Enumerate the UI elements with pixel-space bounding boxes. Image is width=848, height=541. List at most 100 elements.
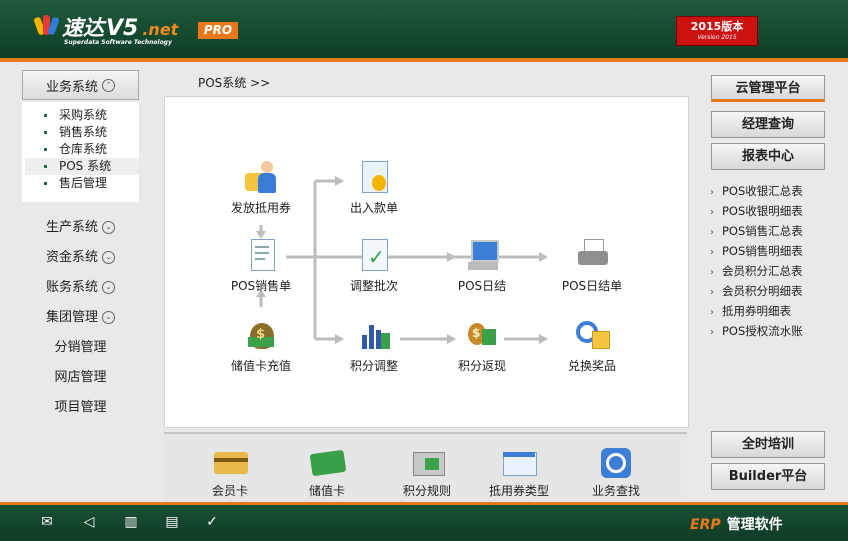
header-accent-line	[0, 58, 848, 62]
flow-label: POS日结单	[561, 279, 623, 293]
flow-label: POS日结	[457, 279, 507, 293]
sidebar-item-production[interactable]: 生产系统 ⌄	[22, 217, 139, 239]
chevron-down-icon: ⌄	[102, 311, 115, 324]
member-card-icon	[210, 448, 250, 478]
flow-node-adjust-batch[interactable]: ✓ 调整批次	[329, 237, 419, 294]
notes-icon[interactable]: ▤	[163, 513, 181, 531]
computer-icon	[462, 237, 502, 273]
flow-node-stored-value-recharge[interactable]: $ 储值卡充值	[216, 317, 306, 374]
tool-member-card[interactable]: 会员卡	[185, 448, 275, 499]
erp-software-label: 管理软件	[726, 517, 783, 533]
tool-coupon-types[interactable]: 抵用券类型	[474, 448, 564, 499]
training-button[interactable]: 全时培训	[711, 431, 825, 458]
report-link[interactable]: › 会员积分明细表	[710, 281, 840, 301]
left-sidebar: 业务系统 ⌃ 采购系统 销售系统 仓库系统 POS 系统 售后管理	[22, 70, 139, 202]
submenu-item-sales[interactable]: 销售系统	[22, 124, 139, 141]
product-logo: 速达 V5 .net	[33, 12, 179, 42]
flow-label: 积分调整	[349, 359, 398, 373]
sidebar-item-group[interactable]: 集团管理 ⌄	[22, 307, 139, 329]
erp-label: ERP	[690, 517, 721, 533]
chevron-right-icon: ›	[710, 187, 714, 198]
sidebar-item-webshop[interactable]: 网店管理	[22, 367, 139, 389]
logo-mark-icon	[33, 13, 60, 36]
report-link[interactable]: › POS收银汇总表	[710, 181, 840, 201]
flow-node-points-adjust[interactable]: 积分调整	[329, 317, 419, 374]
flow-node-redeem-prize[interactable]: 兑换奖品	[547, 317, 637, 374]
chevron-down-icon: ⌄	[102, 221, 115, 234]
report-link[interactable]: › 抵用券明细表	[710, 301, 840, 321]
submenu-item-after-sales[interactable]: 售后管理	[22, 175, 139, 192]
mail-icon[interactable]: ✉	[38, 513, 56, 531]
chevron-down-icon: ⌄	[102, 251, 115, 264]
chevron-right-icon: ›	[710, 247, 714, 258]
business-system-label: 业务系统	[45, 79, 98, 95]
report-center-button[interactable]: 报表中心	[711, 143, 825, 170]
submenu-item-warehouse[interactable]: 仓库系统	[22, 141, 139, 158]
flow-node-pos-daily-statement[interactable]: POS日结单	[547, 237, 637, 294]
coupon-person-icon	[241, 159, 281, 195]
report-link[interactable]: › POS授权流水账	[710, 321, 840, 341]
report-link[interactable]: › POS销售明细表	[710, 241, 840, 261]
submenu-item-purchase[interactable]: 采购系统	[22, 107, 139, 124]
gift-exchange-icon	[572, 317, 612, 353]
version-badge: 2015版本 Version 2015	[676, 16, 758, 46]
sidebar-item-projects[interactable]: 项目管理	[22, 397, 139, 419]
chevron-up-icon: ⌃	[102, 78, 115, 92]
cash-document-icon	[354, 159, 394, 195]
flow-label: 发放抵用券	[230, 201, 291, 215]
sidebar-item-distribution[interactable]: 分销管理	[22, 337, 139, 359]
bar-chart-icon	[354, 317, 394, 353]
report-list: › POS收银汇总表 › POS收银明细表 › POS销售汇总表 › POS销售明细表 …	[710, 181, 840, 341]
chevron-right-icon: ›	[710, 307, 714, 318]
rules-book-icon	[407, 448, 447, 478]
report-link[interactable]: › 会员积分汇总表	[710, 261, 840, 281]
flow-node-issue-coupon[interactable]: 发放抵用券	[216, 159, 306, 216]
coupon-window-icon	[499, 448, 539, 478]
check-circle-icon[interactable]: ✓	[203, 513, 221, 531]
report-link[interactable]: › POS销售汇总表	[710, 221, 840, 241]
tool-business-search[interactable]: 业务查找	[571, 448, 661, 499]
money-bag-icon: $	[241, 317, 281, 353]
flow-node-cash-in-out[interactable]: 出入款单	[329, 159, 419, 216]
coins-icon: $	[462, 317, 502, 353]
flow-label: 储值卡充值	[230, 359, 291, 373]
flow-label: POS销售单	[230, 279, 292, 293]
tool-stored-value-card[interactable]: 储值卡	[282, 448, 372, 499]
pro-badge: PRO	[198, 22, 238, 39]
cloud-platform-button[interactable]: 云管理平台	[711, 75, 825, 102]
flow-label: 调整批次	[349, 279, 398, 293]
chevron-right-icon: ›	[710, 227, 714, 238]
speaker-icon[interactable]: ◁	[80, 513, 98, 531]
book-icon[interactable]: ▥	[122, 513, 140, 531]
builder-platform-button[interactable]: Builder平台	[711, 463, 825, 490]
green-card-icon	[307, 448, 347, 478]
sidebar-item-funds[interactable]: 资金系统 ⌄	[22, 247, 139, 269]
flow-node-pos-daily-close[interactable]: POS日结	[437, 237, 527, 294]
version-english: Version 2015	[697, 34, 737, 41]
logo-net: .net	[142, 20, 179, 39]
printer-icon	[572, 237, 612, 273]
erp-brand: ERP 管理软件	[690, 514, 783, 534]
business-system-button[interactable]: 业务系统 ⌃	[22, 70, 139, 100]
submenu-item-pos[interactable]: POS 系统	[25, 158, 139, 175]
pos-flow-panel: 发放抵用券 POS销售单 $ 储值卡充值 出入款单 ✓ 调整批次 积分调整 PO…	[164, 96, 689, 428]
document-icon	[241, 237, 281, 273]
chevron-right-icon: ›	[710, 267, 714, 278]
logo-name-cn: 速达	[62, 16, 104, 40]
flow-label: 兑换奖品	[567, 359, 616, 373]
tool-points-rules[interactable]: 积分规则	[382, 448, 472, 499]
logo-version: V5	[106, 16, 139, 41]
flow-label: 积分返现	[457, 359, 506, 373]
breadcrumb: POS系统 >>	[198, 76, 271, 90]
manager-query-button[interactable]: 经理查询	[711, 111, 825, 138]
flow-label: 出入款单	[349, 201, 398, 215]
flow-node-pos-sales-slip[interactable]: POS销售单	[216, 237, 306, 294]
chevron-right-icon: ›	[710, 207, 714, 218]
logo-subtitle: Superdata Software Technology	[64, 39, 172, 46]
report-link[interactable]: › POS收银明细表	[710, 201, 840, 221]
chevron-right-icon: ›	[710, 327, 714, 338]
business-submenu: 采购系统 销售系统 仓库系统 POS 系统 售后管理	[22, 102, 139, 202]
sidebar-item-accounting[interactable]: 账务系统 ⌄	[22, 277, 139, 299]
search-icon	[596, 448, 636, 478]
flow-node-points-cashback[interactable]: $ 积分返现	[437, 317, 527, 374]
